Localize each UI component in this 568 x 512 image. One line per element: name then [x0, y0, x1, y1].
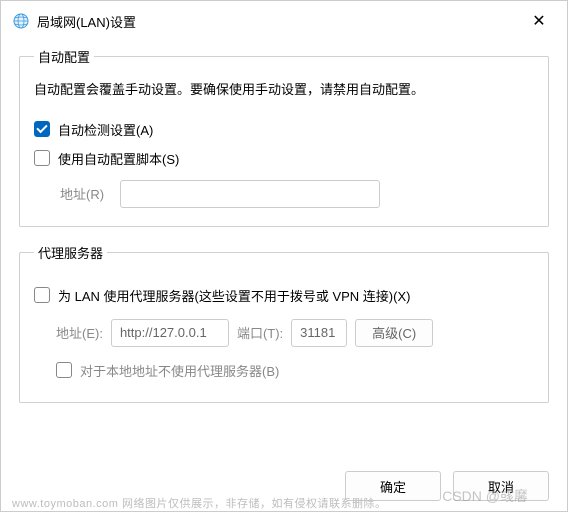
- use-proxy-label[interactable]: 为 LAN 使用代理服务器(这些设置不用于拨号或 VPN 连接)(X): [58, 286, 410, 305]
- proxy-group: 代理服务器 为 LAN 使用代理服务器(这些设置不用于拨号或 VPN 连接)(X…: [19, 243, 549, 403]
- use-script-label[interactable]: 使用自动配置脚本(S): [58, 149, 179, 168]
- use-proxy-row[interactable]: 为 LAN 使用代理服务器(这些设置不用于拨号或 VPN 连接)(X): [34, 286, 534, 305]
- dialog-title: 局域网(LAN)设置: [37, 12, 515, 31]
- script-address-input[interactable]: [120, 180, 380, 208]
- dialog-footer: 确定 取消: [1, 465, 567, 511]
- use-proxy-checkbox[interactable]: [34, 287, 50, 303]
- proxy-address-row: 地址(E): 端口(T): 高级(C): [56, 319, 534, 347]
- proxy-legend: 代理服务器: [34, 243, 107, 262]
- auto-config-description: 自动配置会覆盖手动设置。要确保使用手动设置，请禁用自动配置。: [34, 80, 534, 100]
- bypass-local-row[interactable]: 对于本地地址不使用代理服务器(B): [56, 361, 534, 380]
- use-script-row[interactable]: 使用自动配置脚本(S): [34, 149, 534, 168]
- bypass-local-label[interactable]: 对于本地地址不使用代理服务器(B): [80, 361, 279, 380]
- proxy-address-input[interactable]: [111, 319, 229, 347]
- proxy-address-label: 地址(E):: [56, 323, 103, 342]
- proxy-port-label: 端口(T):: [237, 323, 283, 342]
- titlebar: 局域网(LAN)设置 ✕: [1, 1, 567, 43]
- cancel-button[interactable]: 取消: [453, 471, 549, 501]
- close-button[interactable]: ✕: [523, 9, 555, 33]
- auto-config-group: 自动配置 自动配置会覆盖手动设置。要确保使用手动设置，请禁用自动配置。 自动检测…: [19, 47, 549, 227]
- lan-settings-dialog: 局域网(LAN)设置 ✕ 自动配置 自动配置会覆盖手动设置。要确保使用手动设置，…: [0, 0, 568, 512]
- auto-detect-row[interactable]: 自动检测设置(A): [34, 120, 534, 139]
- advanced-button[interactable]: 高级(C): [355, 319, 433, 347]
- script-address-label: 地址(R): [60, 184, 110, 203]
- ok-button[interactable]: 确定: [345, 471, 441, 501]
- auto-detect-checkbox[interactable]: [34, 121, 50, 137]
- auto-config-legend: 自动配置: [34, 47, 94, 66]
- auto-detect-label[interactable]: 自动检测设置(A): [58, 120, 153, 139]
- script-address-row: 地址(R): [60, 180, 534, 208]
- proxy-port-input[interactable]: [291, 319, 347, 347]
- bypass-local-checkbox[interactable]: [56, 362, 72, 378]
- use-script-checkbox[interactable]: [34, 150, 50, 166]
- globe-icon: [13, 13, 29, 29]
- dialog-content: 自动配置 自动配置会覆盖手动设置。要确保使用手动设置，请禁用自动配置。 自动检测…: [1, 43, 567, 465]
